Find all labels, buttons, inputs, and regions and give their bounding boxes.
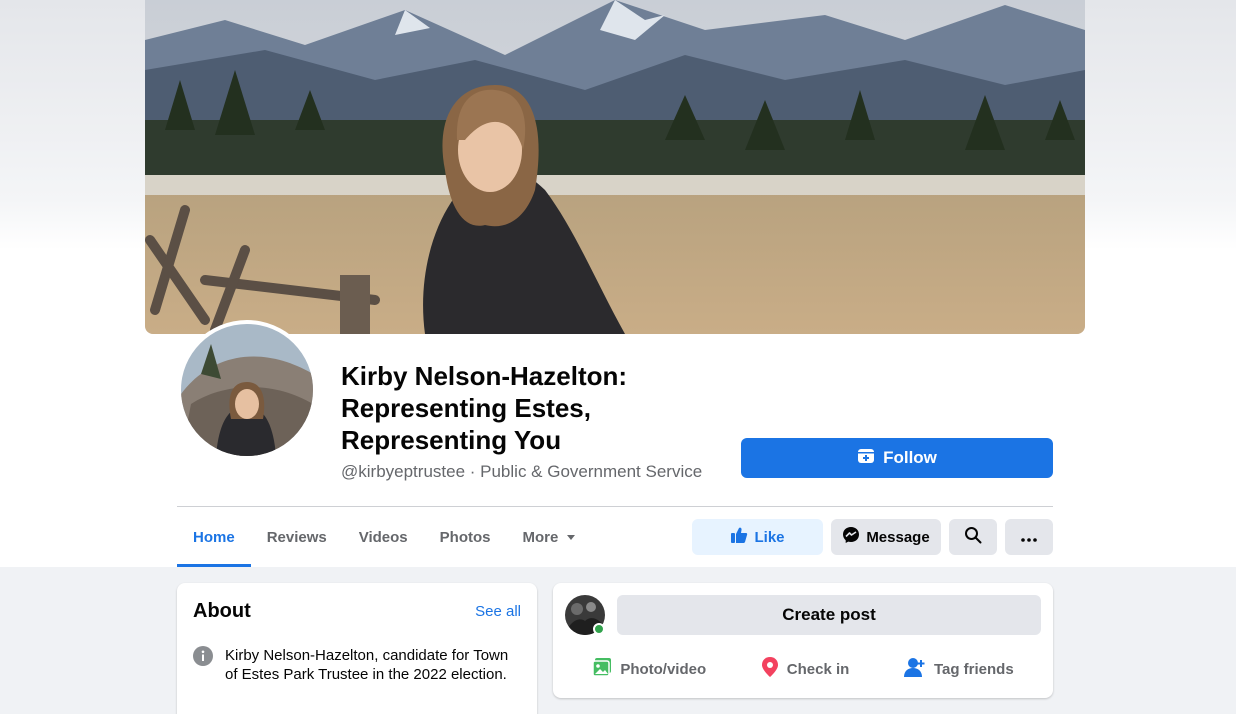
tab-videos[interactable]: Videos: [343, 507, 424, 567]
about-description-row: Kirby Nelson-Hazelton, candidate for Tow…: [193, 646, 513, 684]
tag-friends-icon: [903, 657, 926, 681]
message-label: Message: [866, 528, 930, 546]
about-title: About: [193, 600, 251, 622]
profile-picture-image: [181, 324, 313, 456]
create-post-button[interactable]: Create post: [617, 595, 1041, 635]
search-button[interactable]: [949, 519, 997, 555]
composer-actions: Photo/video Check in Tag friends: [565, 649, 1041, 689]
tab-home[interactable]: Home: [177, 507, 251, 567]
follow-label: Follow: [883, 448, 937, 467]
profile-picture[interactable]: [177, 320, 317, 460]
see-all-link[interactable]: See all: [475, 603, 521, 620]
more-options-button[interactable]: [1005, 519, 1053, 555]
cover-photo-image: [145, 0, 1085, 334]
thumbs-up-icon: [730, 526, 748, 548]
more-dots-icon: [1021, 529, 1037, 546]
page-actions: Like Message: [692, 519, 1053, 555]
search-icon: [964, 526, 982, 548]
caret-down-icon: [566, 529, 576, 546]
photo-video-icon: [592, 657, 612, 681]
tab-reviews[interactable]: Reviews: [251, 507, 343, 567]
like-label: Like: [754, 528, 785, 546]
info-icon: [193, 646, 213, 684]
check-in-label: Check in: [786, 660, 850, 678]
photo-video-button[interactable]: Photo/video: [592, 657, 706, 681]
about-description: Kirby Nelson-Hazelton, candidate for Tow…: [225, 647, 509, 683]
like-button[interactable]: Like: [692, 519, 823, 555]
about-card: About See all Kirby Nelson-Hazelton, can…: [177, 583, 537, 714]
follow-icon: [857, 447, 875, 470]
messenger-icon: [842, 526, 860, 548]
page-handle-and-category[interactable]: @kirbyeptrustee · Public & Government Se…: [341, 462, 702, 482]
message-button[interactable]: Message: [831, 519, 941, 555]
follow-button[interactable]: Follow: [741, 438, 1053, 478]
page-tabs: Home Reviews Videos Photos More: [177, 507, 592, 567]
location-pin-icon: [761, 657, 779, 681]
photo-video-label: Photo/video: [620, 660, 707, 678]
online-status-dot: [593, 623, 605, 635]
post-composer: Create post Photo/video Check in Tag fri…: [553, 583, 1053, 698]
tag-friends-label: Tag friends: [933, 660, 1014, 678]
page-title: Kirby Nelson-Hazelton: Representing Este…: [341, 361, 628, 455]
cover-photo[interactable]: [145, 0, 1085, 334]
tab-more[interactable]: More: [507, 507, 593, 567]
tab-photos[interactable]: Photos: [424, 507, 507, 567]
tab-more-label: More: [522, 528, 559, 546]
tag-friends-button[interactable]: Tag friends: [903, 657, 1014, 681]
check-in-button[interactable]: Check in: [761, 657, 850, 681]
